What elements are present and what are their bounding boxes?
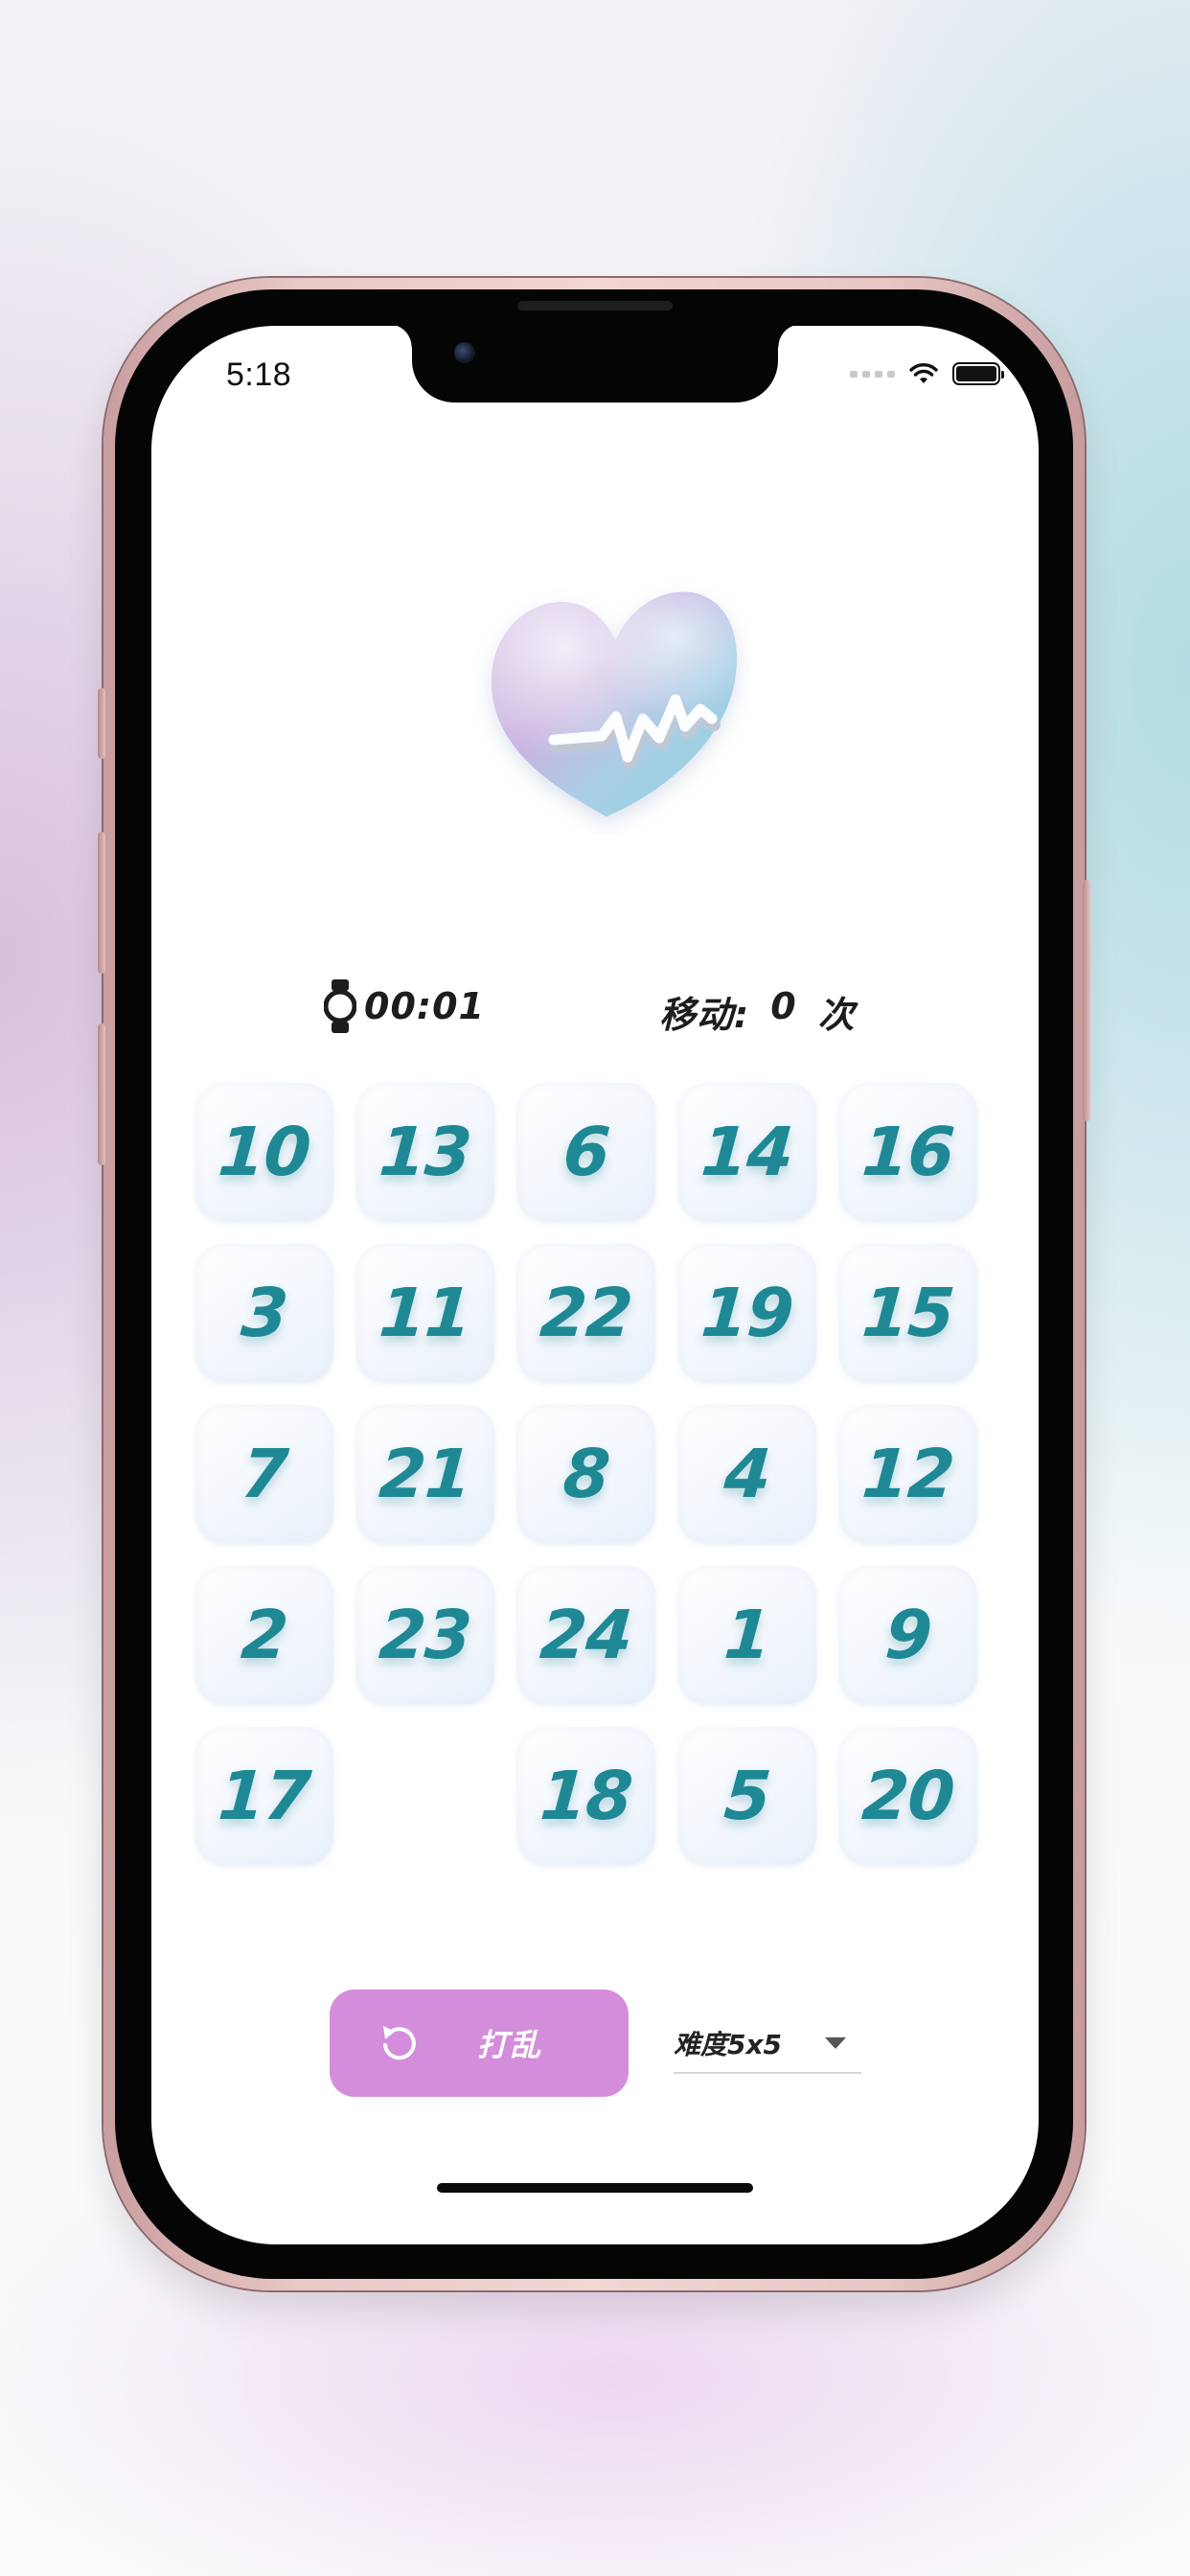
tile-number: 3 <box>239 1274 290 1352</box>
tile-number: 24 <box>538 1596 635 1674</box>
puzzle-tile[interactable]: 14 <box>678 1083 816 1221</box>
puzzle-tile[interactable]: 2 <box>195 1566 333 1704</box>
front-camera <box>454 342 475 363</box>
puzzle-tile[interactable]: 17 <box>195 1727 333 1865</box>
stats-row: 00:01 移动: 0 次 <box>151 979 1039 1037</box>
puzzle-tile[interactable]: 8 <box>517 1405 655 1543</box>
status-icons <box>850 362 1004 385</box>
move-counter: 移动: 0 次 <box>659 985 856 1038</box>
volume-up-button <box>98 832 105 974</box>
wifi-icon <box>909 363 938 383</box>
puzzle-tile[interactable]: 21 <box>356 1405 494 1543</box>
puzzle-tile[interactable]: 11 <box>356 1244 494 1382</box>
volume-down-button <box>98 1024 105 1165</box>
battery-icon <box>952 362 1004 385</box>
tile-number: 17 <box>216 1757 313 1835</box>
puzzle-tile[interactable]: 23 <box>356 1566 494 1704</box>
shuffle-label: 打乱 <box>477 2027 543 2063</box>
tile-number: 15 <box>859 1274 957 1352</box>
home-indicator <box>437 2183 753 2193</box>
puzzle-board: 10 13 6 14 16 3 11 22 19 15 7 21 8 4 12 2 23 24 1 9 17 18 5 20 <box>195 1083 991 1878</box>
tile-number: 19 <box>698 1274 796 1352</box>
tile-number: 16 <box>859 1113 957 1191</box>
tile-number: 18 <box>538 1757 635 1835</box>
heart-pulse-icon <box>463 565 750 834</box>
caret-down-icon <box>825 2037 846 2049</box>
tile-number: 13 <box>377 1113 474 1191</box>
puzzle-tile[interactable]: 19 <box>678 1244 816 1382</box>
puzzle-tile[interactable]: 12 <box>839 1405 977 1543</box>
tile-number: 20 <box>859 1757 957 1835</box>
tile-number: 1 <box>721 1596 773 1674</box>
silent-switch <box>98 688 105 759</box>
tile-number: 4 <box>721 1435 773 1513</box>
puzzle-tile[interactable]: 3 <box>195 1244 333 1382</box>
app-screen: 5:18 00:01 移动: 0 次 10 13 6 14 16 3 11 22… <box>151 326 1039 2244</box>
empty-slot <box>356 1727 494 1865</box>
moves-unit: 次 <box>817 994 856 1036</box>
tile-number: 8 <box>561 1435 612 1513</box>
tile-number: 7 <box>239 1435 290 1513</box>
difficulty-select[interactable]: 难度5x5 <box>674 2014 861 2074</box>
notch <box>389 326 801 402</box>
tile-number: 10 <box>216 1113 313 1191</box>
tile-number: 23 <box>377 1596 474 1674</box>
puzzle-tile[interactable]: 6 <box>517 1083 655 1221</box>
tile-number: 2 <box>239 1596 290 1674</box>
refresh-icon <box>383 2026 416 2060</box>
moves-label: 移动: <box>659 994 750 1036</box>
tile-number: 12 <box>859 1435 957 1513</box>
tile-number: 9 <box>882 1596 934 1674</box>
timer-value: 00:01 <box>364 985 485 1027</box>
power-button <box>1083 880 1090 1121</box>
tile-number: 21 <box>377 1435 474 1513</box>
puzzle-tile[interactable]: 10 <box>195 1083 333 1221</box>
shuffle-button[interactable]: 打乱 <box>330 1990 629 2097</box>
puzzle-tile[interactable]: 1 <box>678 1566 816 1704</box>
cellular-signal-icon <box>850 370 895 378</box>
moves-count: 0 <box>770 985 797 1027</box>
puzzle-tile[interactable]: 16 <box>839 1083 977 1221</box>
puzzle-tile[interactable]: 13 <box>356 1083 494 1221</box>
tile-number: 5 <box>721 1757 773 1835</box>
puzzle-tile[interactable]: 22 <box>517 1244 655 1382</box>
timer: 00:01 <box>324 979 485 1033</box>
puzzle-tile[interactable]: 18 <box>517 1727 655 1865</box>
watch-icon <box>324 979 356 1033</box>
puzzle-tile[interactable]: 15 <box>839 1244 977 1382</box>
difficulty-label: 难度5x5 <box>674 2029 783 2060</box>
puzzle-tile[interactable]: 7 <box>195 1405 333 1543</box>
puzzle-tile[interactable]: 9 <box>839 1566 977 1704</box>
tile-number: 22 <box>538 1274 635 1352</box>
tile-number: 6 <box>561 1113 612 1191</box>
earpiece-speaker <box>517 301 673 310</box>
puzzle-tile[interactable]: 4 <box>678 1405 816 1543</box>
puzzle-tile[interactable]: 20 <box>839 1727 977 1865</box>
tile-number: 14 <box>698 1113 796 1191</box>
puzzle-tile[interactable]: 5 <box>678 1727 816 1865</box>
status-time: 5:18 <box>226 356 292 393</box>
puzzle-tile[interactable]: 24 <box>517 1566 655 1704</box>
tile-number: 11 <box>377 1274 474 1352</box>
